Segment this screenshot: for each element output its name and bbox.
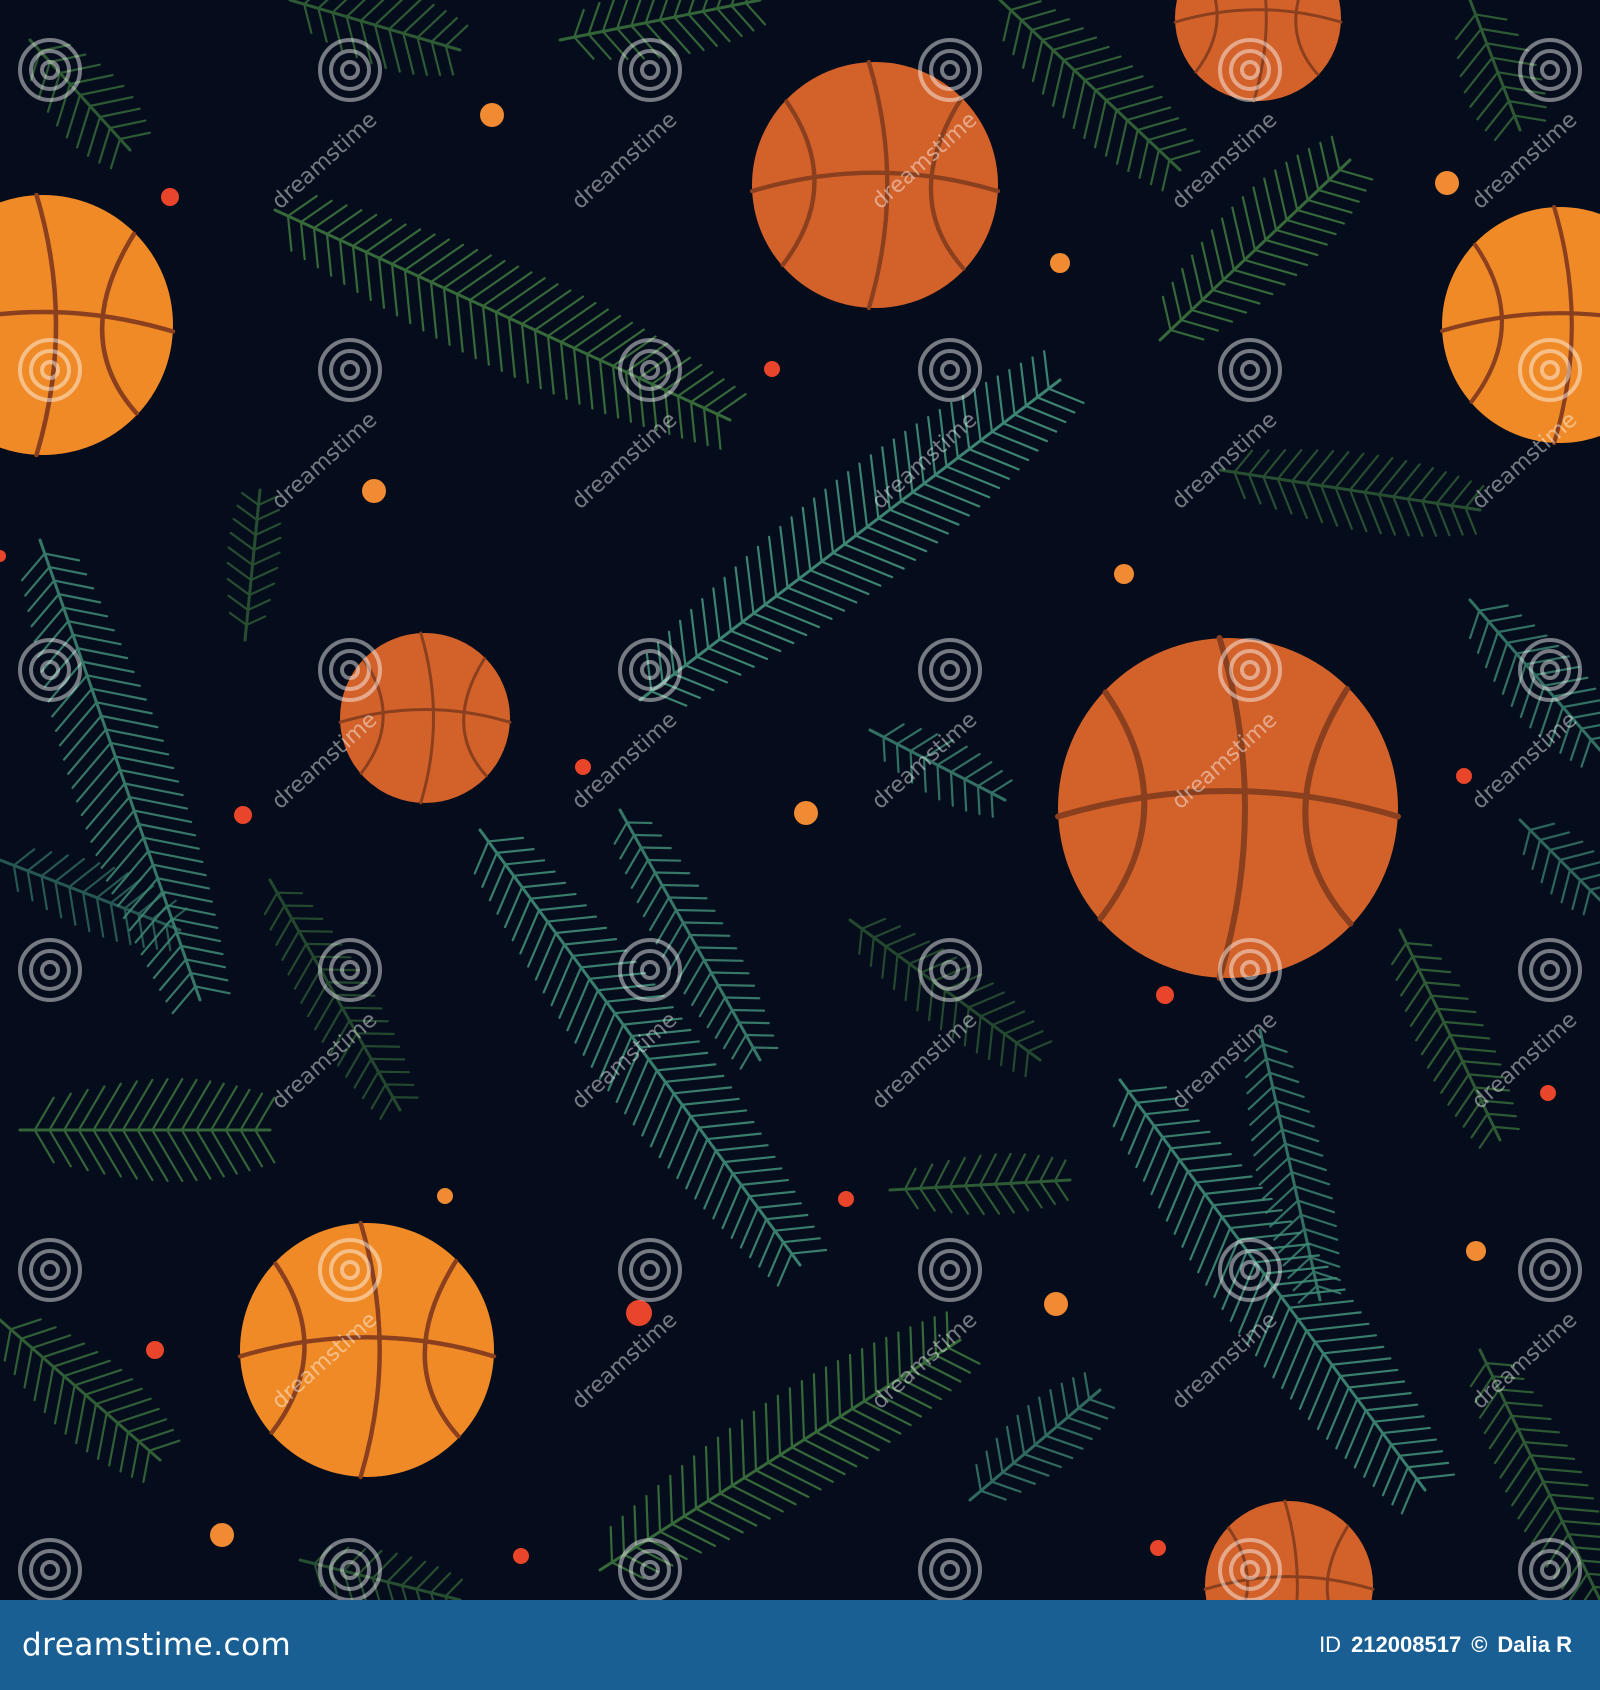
berry-dot-icon [1435,171,1459,195]
berry-dot-icon [838,1191,854,1207]
footer-author: Dalia R [1497,1632,1572,1657]
footer-credit: ID 212008517 © Dalia R [1319,1632,1572,1658]
berry-dot-icon [1156,986,1174,1004]
berry-dot-icon [1540,1085,1556,1101]
berry-dot-icon [1150,1540,1166,1556]
berry-dot-icon [1044,1292,1068,1316]
berry-dot-icon [437,1188,453,1204]
berry-dot-icon [575,759,591,775]
berry-dot-icon [161,188,179,206]
berry-dot-icon [1466,1241,1486,1261]
berry-dot-icon [234,806,252,824]
watermark-footer: dreamstime.com ID 212008517 © Dalia R [0,1600,1600,1690]
stock-image: dreamstime dreamstime dreamstime dreamstime… [0,0,1600,1690]
berry-dot-icon [210,1523,234,1547]
berry-dot-icon [362,479,386,503]
berry-dot-icon [146,1341,164,1359]
footer-brand: dreamstime.com [22,1627,292,1663]
berry-dot-icon [1114,564,1134,584]
footer-id-label: ID [1319,1632,1342,1657]
berry-dot-icon [480,103,504,127]
copyright-icon: © [1471,1632,1488,1657]
berry-dot-icon [1050,253,1070,273]
berry-dot-icon [794,801,818,825]
berry-dot-icon [764,361,780,377]
footer-id-value: 212008517 [1351,1632,1462,1657]
pattern-canvas: dreamstime dreamstime dreamstime dreamstime… [0,0,1600,1600]
berry-dot-icon [1456,768,1472,784]
berry-dot-icon [513,1548,529,1564]
